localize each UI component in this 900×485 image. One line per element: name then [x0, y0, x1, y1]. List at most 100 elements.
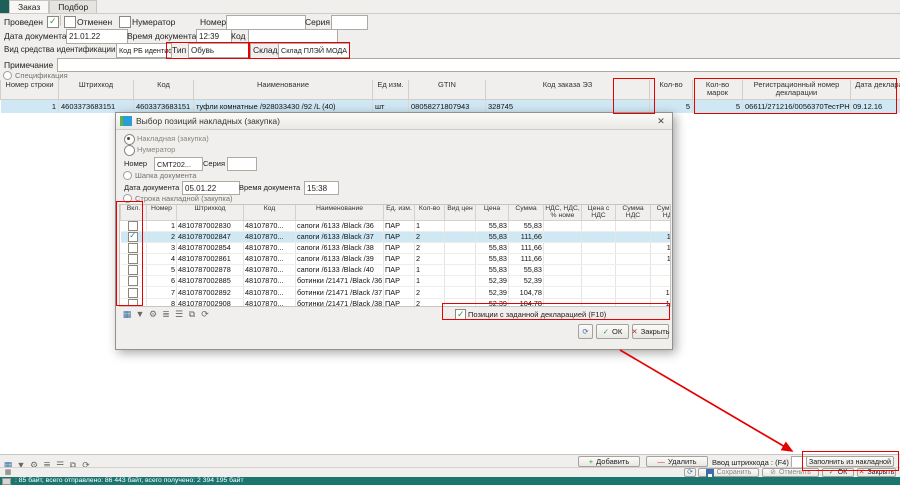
include-checkbox[interactable] — [128, 276, 138, 286]
modal-close-button[interactable]: ✕ Закрыть — [632, 324, 669, 339]
spec-column-header[interactable]: Регистрационный номер декларации — [743, 80, 851, 99]
include-checkbox[interactable] — [128, 288, 138, 298]
spec-column-header[interactable]: Штрихкод — [59, 80, 134, 99]
modal-refresh-button[interactable]: ⟳ — [578, 324, 593, 339]
cancelled-checkbox[interactable] — [64, 16, 76, 28]
add-button[interactable]: + Добавить — [578, 456, 640, 467]
number-input[interactable] — [226, 15, 306, 30]
modal-date-input[interactable]: 05.01.22 — [182, 181, 240, 195]
modal-series-input[interactable] — [227, 157, 257, 171]
spec-column-header[interactable]: Наименование — [194, 80, 373, 99]
invoice-column-header[interactable]: Цена с НДС — [582, 205, 616, 221]
save-button[interactable]: Сохранить — [698, 468, 759, 477]
invoice-row[interactable]: 5481078700287848107870...сапоги /6133 /B… — [121, 265, 672, 276]
cancel-button[interactable]: ⊘ Отменить — [762, 468, 819, 477]
invoice-cell — [544, 243, 582, 254]
invoice-column-header[interactable]: Сумма — [509, 205, 544, 221]
invoice-cell: 4810787002830 — [177, 221, 244, 232]
invoice-radio-label: Накладная (закупка) — [137, 134, 209, 143]
spec-column-header[interactable]: Код заказа ЭЗ — [486, 80, 650, 99]
list-icon[interactable]: ≣ — [160, 308, 172, 320]
spec-table-row[interactable]: 146033736831514603373683151туфли комнатн… — [1, 99, 900, 113]
refresh-small-icon[interactable]: ⟳ — [199, 308, 211, 320]
spec-column-header[interactable]: GTIN — [409, 80, 486, 99]
close-button[interactable]: ✕ Закрыть — [857, 468, 896, 477]
invoice-column-header[interactable]: Вид цен — [445, 205, 476, 221]
invoice-cell — [445, 265, 476, 276]
invoice-row[interactable]: 7481078700289248107870...ботинки /21471 … — [121, 287, 672, 298]
invoice-cell: 111,66 — [651, 232, 672, 243]
invoice-cell: сапоги /6133 /Black /40 — [296, 265, 384, 276]
include-checkbox[interactable] — [128, 243, 138, 253]
invoice-cell: 48107870... — [244, 276, 296, 287]
numerator-radio[interactable] — [124, 145, 135, 156]
note-input[interactable] — [57, 58, 900, 72]
invoice-row[interactable]: 2481078700284748107870...сапоги /6133 /B… — [121, 232, 672, 243]
invoice-column-header[interactable]: Цена — [476, 205, 509, 221]
invoice-cell: 4810787002847 — [177, 232, 244, 243]
invoice-column-header[interactable]: Кол-во — [415, 205, 445, 221]
app-window: Заказ Подбор Проведен Отменен Нумератор … — [0, 0, 900, 485]
invoice-cell — [544, 287, 582, 298]
tab-selection[interactable]: Подбор — [49, 0, 97, 13]
spec-column-header[interactable]: Код — [134, 80, 194, 99]
invoice-cell: 4810787002878 — [177, 265, 244, 276]
invoice-column-header[interactable]: Ед. изм. — [384, 205, 415, 221]
collapse-icon[interactable] — [123, 194, 132, 203]
invoice-column-header[interactable]: Вкл. — [121, 205, 147, 221]
doc-time-input[interactable]: 12:39 — [196, 29, 232, 44]
invoice-column-header[interactable]: Сумма НДС — [616, 205, 651, 221]
spec-column-header[interactable]: Номер строки — [1, 80, 59, 99]
invoice-column-header[interactable]: Сумма с НДС — [651, 205, 672, 221]
invoice-cell: 48107870... — [244, 221, 296, 232]
include-checkbox[interactable] — [128, 254, 138, 264]
close-icon[interactable] — [654, 116, 668, 127]
spec-column-header[interactable]: Ед изм. — [373, 80, 409, 99]
filter-icon[interactable]: ▼ — [134, 308, 146, 320]
doc-date-label: Дата документа — [4, 31, 67, 41]
code-input[interactable] — [248, 29, 338, 44]
invoice-column-header[interactable]: Штрихкод — [177, 205, 244, 221]
include-checkbox[interactable] — [128, 265, 138, 275]
dialog-titlebar[interactable]: Выбор позиций накладных (закупка) — [116, 113, 672, 130]
tab-order[interactable]: Заказ — [9, 0, 49, 13]
spec-column-header[interactable]: Дата деклара — [851, 80, 900, 99]
invoice-column-header[interactable]: Номер — [147, 205, 177, 221]
id-type-input[interactable]: Код РБ идентификац... — [116, 43, 172, 58]
invoice-radio[interactable] — [124, 134, 135, 145]
spec-column-header[interactable]: Кол-во — [650, 80, 693, 99]
modal-ok-button[interactable]: ✓ ОК — [596, 324, 629, 339]
series-input[interactable] — [331, 15, 368, 30]
spec-column-header[interactable]: Кол-во марок — [693, 80, 743, 99]
posted-checkbox[interactable] — [47, 16, 59, 28]
delete-button[interactable]: — Удалить — [646, 456, 708, 467]
invoice-cell — [582, 221, 616, 232]
numerator-checkbox[interactable] — [119, 16, 131, 28]
collapse-icon[interactable] — [3, 71, 12, 80]
grid-view-icon[interactable]: ▦ — [121, 308, 133, 320]
invoice-column-header[interactable]: Наименование — [296, 205, 384, 221]
settings-icon[interactable]: ⚙ — [147, 308, 159, 320]
invoice-column-header[interactable]: НДС, НДС, % номе — [544, 205, 582, 221]
invoice-row[interactable]: 6481078700288548107870...ботинки /21471 … — [121, 276, 672, 287]
invoice-row[interactable]: 4481078700286148107870...сапоги /6133 /B… — [121, 254, 672, 265]
warehouse-input[interactable]: Склад ПЛЭЙ МОДА — [278, 43, 350, 58]
refresh-button[interactable]: ⟳ — [684, 468, 696, 477]
doc-date-input[interactable]: 21.01.22 — [66, 29, 128, 44]
list-alt-icon[interactable]: ☰ — [173, 308, 185, 320]
invoice-row[interactable]: 3481078700285448107870...сапоги /6133 /B… — [121, 243, 672, 254]
numerator-label: Нумератор — [132, 17, 175, 27]
declaration-filter-checkbox[interactable] — [455, 309, 466, 320]
spec-cell: 5 — [650, 99, 693, 113]
include-checkbox[interactable] — [128, 221, 138, 231]
ok-button[interactable]: ✓ ОК — [822, 468, 854, 477]
invoice-row[interactable]: 1481078700283048107870...сапоги /6133 /B… — [121, 221, 672, 232]
type-input[interactable]: Обувь — [188, 43, 251, 58]
collapse-icon[interactable] — [123, 171, 132, 180]
fill-from-invoice-button[interactable]: Заполнить из накладной — [806, 456, 894, 467]
copy-icon[interactable]: ⧉ — [186, 308, 198, 320]
invoice-column-header[interactable]: Код — [244, 205, 296, 221]
modal-time-input[interactable]: 15:38 — [304, 181, 339, 195]
modal-number-input[interactable]: СМТ202... — [154, 157, 203, 171]
include-checkbox[interactable] — [128, 232, 138, 242]
